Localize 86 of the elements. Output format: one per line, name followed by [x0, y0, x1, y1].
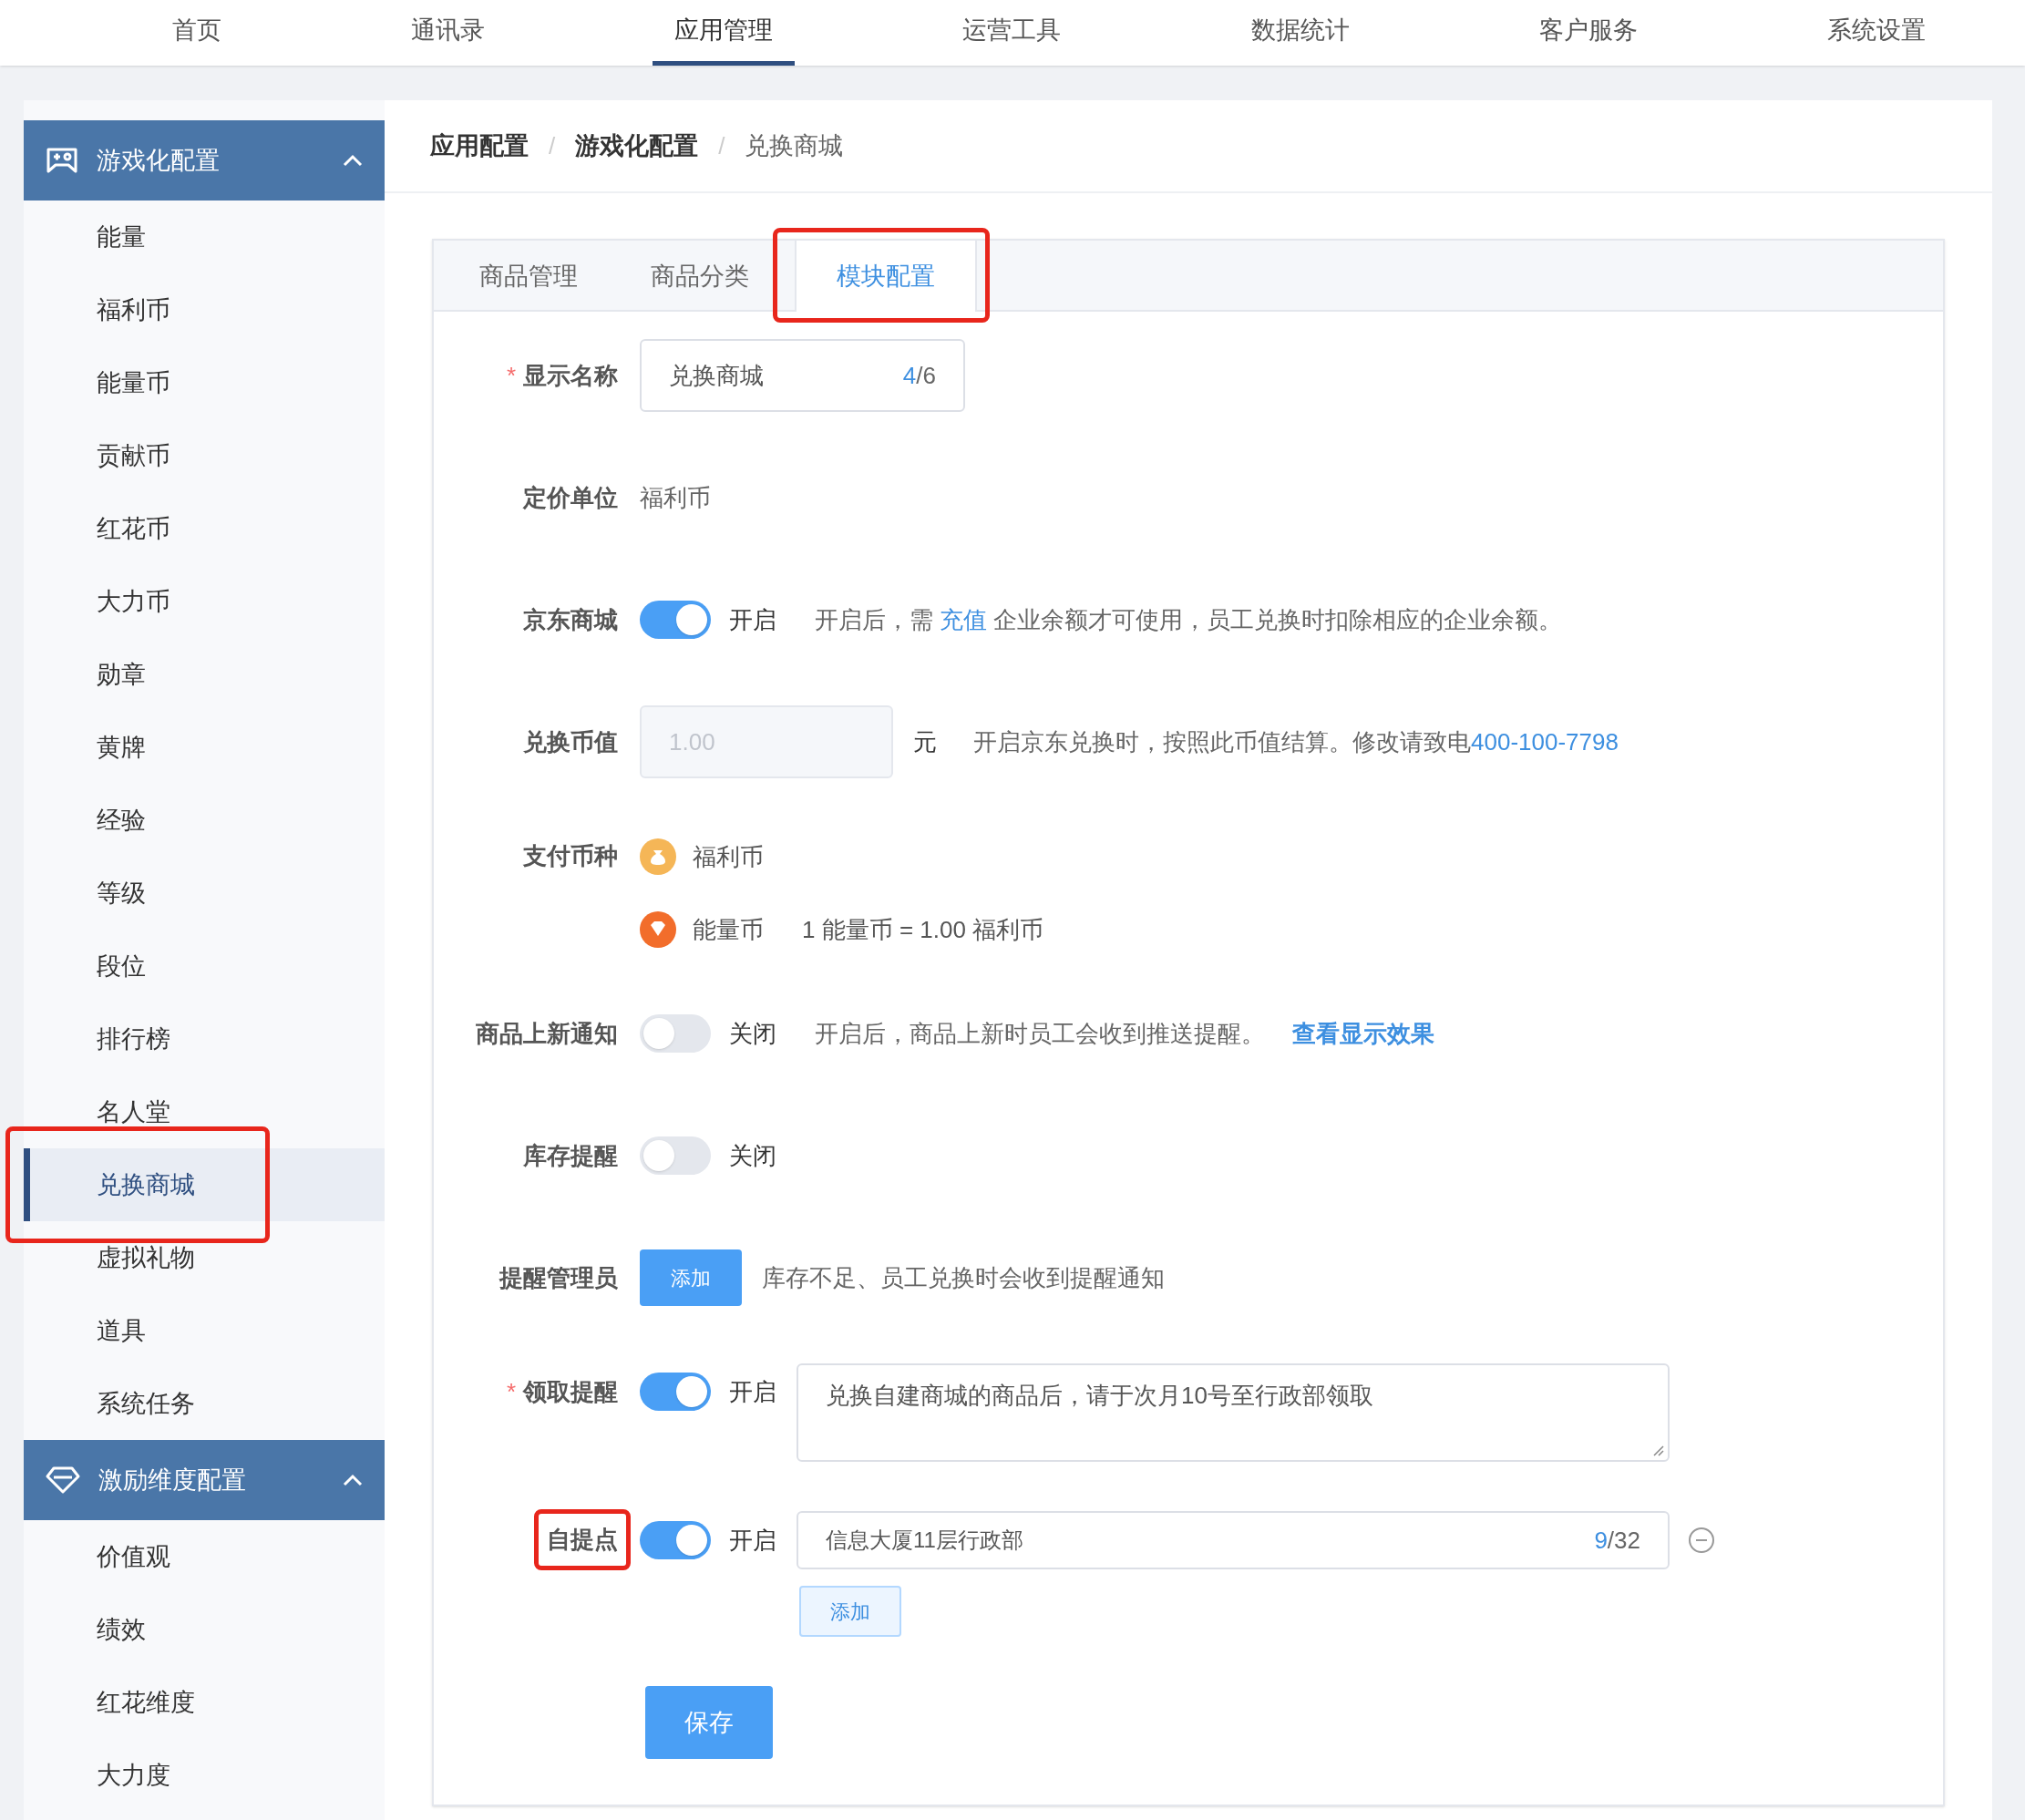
breadcrumb-item[interactable]: 游戏化配置 — [575, 127, 699, 165]
sidebar-item[interactable]: 绩效 — [24, 1593, 385, 1666]
field-label: 支付币种 — [523, 841, 618, 869]
sidebar-item[interactable]: 大力度 — [24, 1739, 385, 1812]
currency-name: 能量币 — [693, 914, 764, 945]
remove-circle-icon[interactable] — [1688, 1527, 1715, 1554]
sidebar-item[interactable]: 红花币 — [24, 492, 385, 565]
sidebar-item[interactable]: 贡献币 — [24, 419, 385, 492]
switch-state-label: 开启 — [729, 1525, 776, 1556]
toggle-switch[interactable] — [640, 1014, 711, 1053]
nav-tab[interactable]: 系统设置 — [1804, 0, 1948, 66]
sidebar-item[interactable]: 红花维度 — [24, 1666, 385, 1739]
nav-tab[interactable]: 通讯录 — [389, 0, 508, 66]
breadcrumb-separator: / — [718, 130, 725, 161]
toggle-switch[interactable] — [640, 1136, 711, 1175]
required-asterisk: * — [506, 360, 516, 391]
unit-label: 元 — [913, 726, 937, 757]
field-value: 福利币 — [640, 482, 711, 513]
tab[interactable]: 商品分类 — [614, 241, 786, 312]
hint-text: 库存不足、员工兑换时会收到提醒通知 — [762, 1262, 1165, 1293]
gem-icon — [640, 911, 676, 948]
sidebar-item[interactable]: 排行榜 — [24, 1003, 385, 1075]
breadcrumb-item[interactable]: 应用配置 — [430, 127, 529, 165]
field-label: 商品上新通知 — [476, 1019, 618, 1047]
sidebar-item[interactable]: 大力币 — [24, 565, 385, 638]
reminder-textarea[interactable]: 兑换自建商城的商品后，请于次月10号至行政部领取 — [797, 1363, 1670, 1462]
field-label: 显示名称 — [523, 361, 618, 389]
diamond-icon — [46, 1465, 80, 1495]
nav-tab[interactable]: 运营工具 — [941, 0, 1084, 66]
chevron-up-icon — [343, 1474, 363, 1486]
toggle-switch[interactable] — [640, 1373, 711, 1411]
breadcrumb-item[interactable]: 兑换商城 — [745, 127, 844, 165]
currency-name: 福利币 — [693, 841, 764, 872]
sidebar-item[interactable]: 段位 — [24, 930, 385, 1003]
sidebar-item[interactable]: 道具 — [24, 1294, 385, 1367]
field-label: 库存提醒 — [523, 1141, 618, 1169]
field-label: 自提点 — [547, 1525, 618, 1553]
sidebar-item[interactable]: 名人堂 — [24, 1075, 385, 1148]
nav-tab[interactable]: 客户服务 — [1516, 0, 1660, 66]
sidebar-group-header[interactable]: 激励维度配置 — [24, 1440, 385, 1520]
gamepad-icon — [46, 147, 78, 174]
field-label: 领取提醒 — [523, 1377, 618, 1405]
sidebar-item[interactable]: 等级 — [24, 857, 385, 930]
hint-text: 开启后，需 充值 企业余额才可使用，员工兑换时扣除相应的企业余额。 — [815, 604, 1563, 635]
sidebar-item[interactable]: 系统任务 — [24, 1367, 385, 1440]
field-label: 京东商城 — [523, 605, 618, 633]
hint-text: 开启京东兑换时，按照此币值结算。修改请致电400-100-7798 — [973, 726, 1619, 757]
sidebar-item[interactable]: 虚拟礼物 — [24, 1221, 385, 1294]
sidebar-group-header[interactable]: 游戏化配置 — [24, 120, 385, 201]
sidebar-item[interactable]: 能量币 — [24, 346, 385, 419]
hint-text: 开启后，商品上新时员工会收到推送提醒。 — [815, 1018, 1265, 1049]
toggle-switch[interactable] — [640, 1521, 711, 1559]
character-counter: 9/32 — [1594, 1525, 1640, 1556]
nav-tab[interactable]: 数据统计 — [1228, 0, 1372, 66]
field-label: 提醒管理员 — [499, 1263, 618, 1291]
sidebar-item[interactable]: 黄牌 — [24, 711, 385, 784]
nav-tab[interactable]: 首页 — [150, 0, 243, 66]
coin-bag-icon — [640, 838, 676, 875]
pickup-input-field[interactable]: 信息大厦11层行政部 9/32 — [797, 1511, 1670, 1569]
required-asterisk: * — [506, 1376, 516, 1407]
input-value: 信息大厦11层行政部 — [826, 1527, 1023, 1554]
breadcrumb-separator: / — [549, 130, 556, 161]
sidebar-item[interactable]: 价值观 — [24, 1520, 385, 1593]
sidebar-item[interactable]: 能量 — [24, 201, 385, 273]
group-title: 激励维度配置 — [98, 1465, 247, 1496]
switch-state-label: 开启 — [729, 1376, 776, 1407]
switch-state-label: 开启 — [729, 604, 776, 635]
sidebar-item[interactable]: 勋章 — [24, 638, 385, 711]
field-label: 兑换币值 — [523, 727, 618, 756]
name-input-field[interactable]: 兑换商城 4/6 — [640, 339, 965, 412]
chevron-up-icon — [343, 154, 363, 167]
exchange-rate-text: 1 能量币 = 1.00 福利币 — [802, 914, 1044, 945]
toggle-switch[interactable] — [640, 601, 711, 639]
textarea-value: 兑换自建商城的商品后，请于次月10号至行政部领取 — [826, 1382, 1373, 1409]
tab[interactable]: 商品管理 — [443, 241, 614, 312]
switch-state-label: 关闭 — [729, 1140, 776, 1171]
nav-tab[interactable]: 应用管理 — [653, 0, 796, 66]
input-value: 兑换商城 — [669, 360, 764, 391]
group-title: 游戏化配置 — [97, 145, 221, 176]
sidebar-item[interactable]: 福利币 — [24, 273, 385, 346]
sidebar-item[interactable]: 经验 — [24, 784, 385, 857]
resize-handle-icon — [1651, 1444, 1664, 1456]
sidebar-item[interactable]: 兑换商城 — [24, 1148, 385, 1221]
field-label: 定价单位 — [523, 483, 618, 511]
character-counter: 4/6 — [902, 360, 936, 391]
switch-state-label: 关闭 — [729, 1018, 776, 1049]
